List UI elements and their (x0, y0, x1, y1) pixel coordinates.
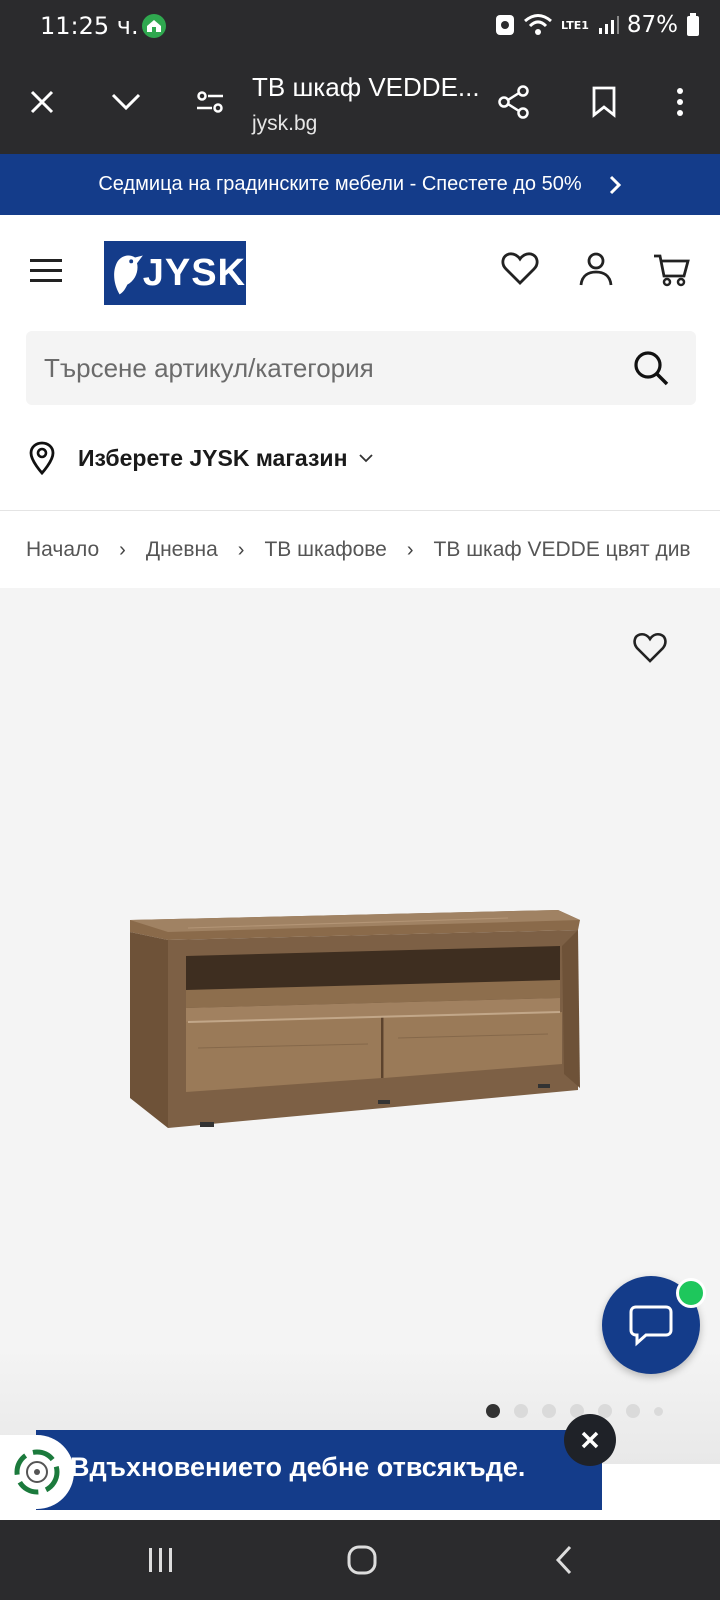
minimize-button[interactable] (106, 82, 146, 122)
nfc-icon (496, 15, 514, 35)
promo-text: Седмица на градинските мебели - Спестете… (98, 173, 582, 195)
back-chevron-icon (555, 1545, 572, 1575)
recent-apps-button[interactable] (141, 1542, 181, 1578)
page: 11:25 ч. LTE1 87% ТВ шкаф VEDDE... jysk.… (0, 0, 720, 1600)
breadcrumb-item-tv-cabinets[interactable]: ТВ шкафове (264, 538, 386, 562)
chevron-down-icon (359, 454, 374, 463)
share-icon (498, 85, 529, 119)
jysk-bird-icon (114, 255, 143, 295)
pagination-dot-2[interactable] (514, 1404, 528, 1418)
bookmark-icon (592, 86, 616, 118)
browser-toolbar: ТВ шкаф VEDDE... jysk.bg (0, 52, 720, 154)
battery-percent: 87% (626, 12, 678, 38)
gallery-pagination[interactable] (486, 1404, 663, 1418)
chevron-down-icon (111, 93, 141, 111)
product-gallery[interactable] (0, 588, 720, 1500)
back-button[interactable] (544, 1542, 584, 1578)
battery-icon (687, 13, 699, 36)
status-bar: 11:25 ч. LTE1 87% (0, 0, 720, 52)
recycle-leaf-icon (14, 1449, 60, 1495)
banner-text: Вдъхновението дебне отвсякъде. (70, 1452, 526, 1482)
location-pin-icon (29, 441, 55, 475)
breadcrumb-item-home[interactable]: Начало (26, 538, 99, 562)
wifi-icon (524, 14, 552, 35)
site-settings-button[interactable] (190, 82, 230, 122)
close-icon (30, 90, 54, 114)
banner-badge (0, 1435, 74, 1509)
home-circle-icon (347, 1545, 377, 1575)
promo-banner[interactable]: Седмица на градинските мебели - Спестете… (0, 154, 720, 215)
tune-icon (197, 91, 223, 113)
inspiration-banner[interactable]: Вдъхновението дебне отвсякъде. (36, 1430, 602, 1510)
product-image (130, 910, 580, 1128)
site-header: JYSK (0, 215, 720, 325)
signal-icon (598, 16, 619, 34)
chat-button[interactable] (602, 1276, 706, 1374)
hamburger-menu-icon[interactable] (28, 255, 64, 287)
chevron-right-icon (609, 175, 621, 194)
close-tab-button[interactable] (22, 82, 62, 122)
close-icon (581, 1431, 599, 1449)
search-input[interactable] (44, 331, 604, 405)
breadcrumb-separator-icon: › (406, 538, 414, 561)
breadcrumb-separator-icon: › (237, 538, 245, 561)
system-navigation-bar (0, 1520, 720, 1600)
pagination-dot-6[interactable] (626, 1404, 640, 1418)
breadcrumb-separator-icon: › (119, 538, 126, 561)
jysk-logo[interactable]: JYSK (104, 241, 246, 305)
banner-close-button[interactable] (564, 1414, 616, 1466)
user-account-icon[interactable] (576, 249, 616, 289)
banner-strip (602, 1464, 720, 1518)
logo-text: JYSK (142, 251, 246, 294)
breadcrumb: Начало › Дневна › ТВ шкафове › ТВ шкаф V… (26, 532, 696, 568)
home-notification-icon (142, 14, 166, 38)
search-icon[interactable] (632, 349, 670, 387)
header-divider (0, 510, 720, 511)
recent-apps-icon (149, 1548, 172, 1572)
share-button[interactable] (494, 82, 534, 122)
shopping-cart-icon[interactable] (652, 249, 692, 289)
search-bar (26, 331, 696, 405)
home-button[interactable] (342, 1542, 382, 1578)
network-type: LTE1 (561, 18, 589, 32)
store-selector[interactable]: Изберете JYSK магазин (28, 436, 375, 480)
bookmark-button[interactable] (584, 82, 624, 122)
store-label: Изберете JYSK магазин (78, 444, 348, 471)
status-right: LTE1 87% (495, 12, 700, 38)
tab-title: ТВ шкаф VEDDE... (252, 72, 480, 102)
favorite-heart-icon[interactable] (632, 630, 668, 666)
pagination-dot-7[interactable] (654, 1406, 663, 1416)
more-vertical-icon (677, 88, 683, 116)
pagination-dot-3[interactable] (542, 1404, 556, 1418)
pagination-dot-1[interactable] (486, 1404, 500, 1418)
online-status-indicator (676, 1278, 706, 1308)
more-options-button[interactable] (660, 82, 700, 122)
breadcrumb-item-living-room[interactable]: Дневна (146, 538, 218, 562)
status-time: 11:25 ч. (40, 12, 139, 40)
chat-bubble-icon (629, 1305, 673, 1347)
wishlist-heart-icon[interactable] (500, 249, 540, 289)
tab-url[interactable]: jysk.bg (252, 112, 317, 136)
breadcrumb-item-current: ТВ шкаф VEDDE цвят див дъб (433, 538, 696, 561)
